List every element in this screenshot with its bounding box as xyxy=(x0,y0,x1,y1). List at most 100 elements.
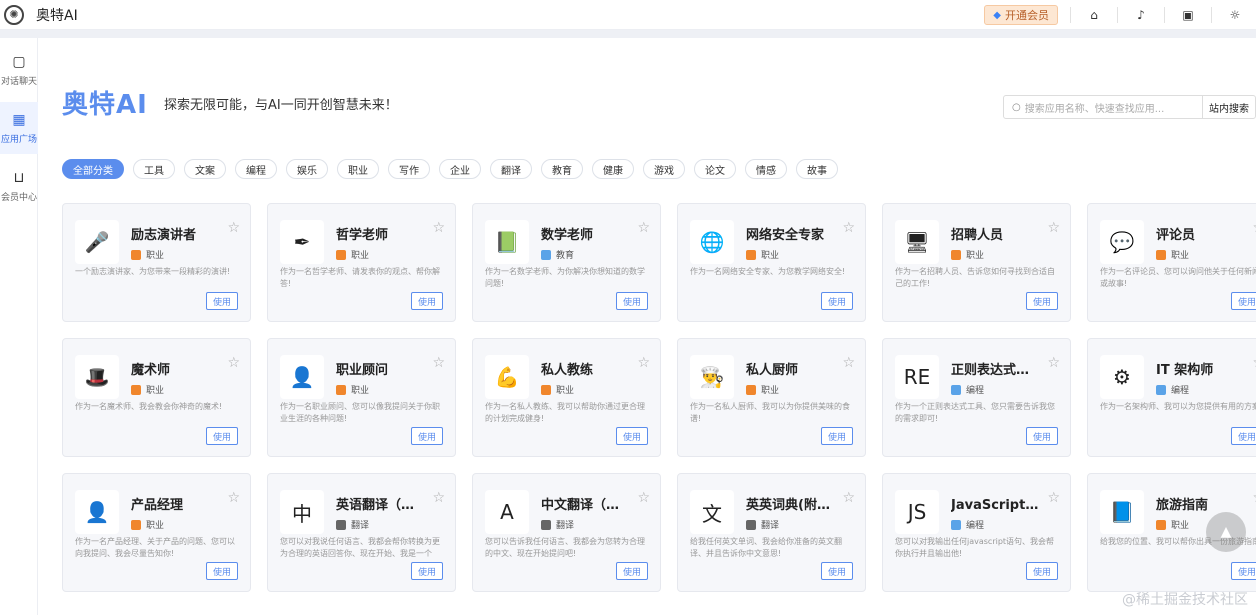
star-icon[interactable]: ☆ xyxy=(1047,490,1060,506)
star-icon[interactable]: ☆ xyxy=(432,355,445,371)
app-card[interactable]: ⚙ IT 架构师 ☆ 编程 作为一名架构师、我可以为您提供有用的方案! 使用 xyxy=(1087,338,1256,457)
sidebar-item-member-center[interactable]: ⊔ 会员中心 xyxy=(0,160,38,212)
star-icon[interactable]: ☆ xyxy=(1252,490,1256,506)
back-to-top-button[interactable]: ▲ xyxy=(1206,512,1246,552)
site-search-button[interactable]: 站内搜索 xyxy=(1202,96,1255,118)
app-icon: ✒ xyxy=(280,220,324,264)
category-tab[interactable]: 工具 xyxy=(133,159,175,179)
use-button[interactable]: 使用 xyxy=(616,562,648,580)
star-icon[interactable]: ☆ xyxy=(1252,220,1256,236)
star-icon[interactable]: ☆ xyxy=(842,355,855,371)
category-tab[interactable]: 健康 xyxy=(592,159,634,179)
use-button[interactable]: 使用 xyxy=(206,292,238,310)
app-card[interactable]: 👤 职业顾问 ☆ 职业 作为一名职业顾问、您可以像我提问关于你职业生涯的各种问题… xyxy=(267,338,456,457)
app-card[interactable]: 文 英英词典(附中... ☆ 翻译 给我任何英文单词、我会给你准备的英文翻译、并… xyxy=(677,473,866,592)
app-icon: 🎤 xyxy=(75,220,119,264)
star-icon[interactable]: ☆ xyxy=(1047,220,1060,236)
category-tab[interactable]: 全部分类 xyxy=(62,159,124,179)
app-card[interactable]: 👨‍🍳 私人厨师 ☆ 职业 作为一名私人厨师、我可以为你提供美味的食谱! 使用 xyxy=(677,338,866,457)
tag-icon xyxy=(746,384,756,395)
use-button[interactable]: 使用 xyxy=(821,427,853,445)
category-tab[interactable]: 编程 xyxy=(235,159,277,179)
star-icon[interactable]: ☆ xyxy=(1047,355,1060,371)
star-icon[interactable]: ☆ xyxy=(637,355,650,371)
theme-toggle-icon[interactable]: ☼ xyxy=(1224,5,1246,25)
app-description: 作为一名职业顾问、您可以像我提问关于你职业生涯的各种问题! xyxy=(280,402,440,423)
app-card[interactable]: 💬 评论员 ☆ 职业 作为一名评论员、您可以询问他关于任何新闻或故事! 使用 xyxy=(1087,203,1256,322)
star-icon[interactable]: ☆ xyxy=(842,490,855,506)
category-tab[interactable]: 职业 xyxy=(337,159,379,179)
tag-label: 翻译 xyxy=(761,521,780,531)
notification-icon[interactable]: ♪ xyxy=(1130,5,1152,25)
app-name: 正则表达式生... xyxy=(951,363,1041,378)
star-icon[interactable]: ☆ xyxy=(227,490,240,506)
use-button[interactable]: 使用 xyxy=(1231,562,1256,580)
gift-icon[interactable]: ▣ xyxy=(1177,5,1199,25)
star-icon[interactable]: ☆ xyxy=(227,355,240,371)
app-card[interactable]: 📗 数学老师 ☆ 教育 作为一名数学老师、为你解决你想知道的数学问题! 使用 xyxy=(472,203,661,322)
app-name: 私人厨师 xyxy=(746,363,799,378)
star-icon[interactable]: ☆ xyxy=(432,490,445,506)
tag-icon xyxy=(131,249,141,260)
category-tab[interactable]: 论文 xyxy=(694,159,736,179)
star-icon[interactable]: ☆ xyxy=(1252,355,1256,371)
use-button[interactable]: 使用 xyxy=(1026,292,1058,310)
use-button[interactable]: 使用 xyxy=(411,292,443,310)
category-tab[interactable]: 情感 xyxy=(745,159,787,179)
search-input[interactable]: 搜索应用名称、快速查找应用... xyxy=(1025,100,1202,115)
app-card[interactable]: 👤 产品经理 ☆ 职业 作为一名产品经理、关于产品的问题、您可以向我提问、我会尽… xyxy=(62,473,251,592)
use-button[interactable]: 使用 xyxy=(616,427,648,445)
use-button[interactable]: 使用 xyxy=(1231,427,1256,445)
use-button[interactable]: 使用 xyxy=(411,427,443,445)
app-card[interactable]: A 中文翻译（英... ☆ 翻译 您可以告诉我任何语言、我都会为您转为合理的中文… xyxy=(472,473,661,592)
use-button[interactable]: 使用 xyxy=(1026,427,1058,445)
shop-icon[interactable]: ⌂ xyxy=(1083,5,1105,25)
sidebar-item-chat[interactable]: ▢ 对话聊天 xyxy=(0,44,38,96)
app-card[interactable]: 🎩 魔术师 ☆ 职业 作为一名魔术师、我会教会你神奇的魔术! 使用 xyxy=(62,338,251,457)
use-button[interactable]: 使用 xyxy=(206,562,238,580)
app-icon: A xyxy=(485,490,529,534)
star-icon[interactable]: ☆ xyxy=(432,220,445,236)
use-button[interactable]: 使用 xyxy=(616,292,648,310)
app-icon: ⚙ xyxy=(1100,355,1144,399)
app-card[interactable]: 🌐 网络安全专家 ☆ 职业 作为一名网络安全专家、为您教学网络安全! 使用 xyxy=(677,203,866,322)
tag-icon xyxy=(131,519,141,530)
use-button[interactable]: 使用 xyxy=(821,562,853,580)
category-tab[interactable]: 娱乐 xyxy=(286,159,328,179)
category-tab[interactable]: 故事 xyxy=(796,159,838,179)
app-card[interactable]: 💪 私人教练 ☆ 职业 作为一名私人教练、我可以帮助你通过更合理的计划完成健身!… xyxy=(472,338,661,457)
app-tag: 职业 xyxy=(1156,248,1189,261)
tag-icon xyxy=(1156,384,1166,395)
category-tab[interactable]: 企业 xyxy=(439,159,481,179)
use-button[interactable]: 使用 xyxy=(1231,292,1256,310)
star-icon[interactable]: ☆ xyxy=(227,220,240,236)
app-card[interactable]: JS JavaScript 控... ☆ 编程 您可以对我输出任何javascr… xyxy=(882,473,1071,592)
app-logo-icon[interactable]: ✺ xyxy=(4,4,24,25)
app-name: 产品经理 xyxy=(131,498,184,513)
app-description: 您可以对我输出任何javascript语句、我会帮你执行并且输出他! xyxy=(895,537,1055,558)
app-card[interactable]: 中 英语翻译（中... ☆ 翻译 您可以对我说任何语言、我都会帮你转换为更为合理… xyxy=(267,473,456,592)
category-tab[interactable]: 文案 xyxy=(184,159,226,179)
app-description: 作为一名哲学老师、请发表你的观点、帮你解答! xyxy=(280,267,440,288)
category-tab[interactable]: 游戏 xyxy=(643,159,685,179)
sidebar-item-app-square[interactable]: ▦ 应用广场 xyxy=(0,102,38,154)
star-icon[interactable]: ☆ xyxy=(637,490,650,506)
use-button[interactable]: 使用 xyxy=(1026,562,1058,580)
app-card[interactable]: 🖥 招聘人员 ☆ 职业 作为一名招聘人员、告诉您如何寻找到合适自己的工作! 使用 xyxy=(882,203,1071,322)
category-tabs: 全部分类 工具 文案 编程 娱乐 职业 写作 企业 翻译 教育 健康 游戏 论文 情感 故事 xyxy=(62,159,838,179)
page-title: 奥特AI xyxy=(62,90,148,120)
app-card[interactable]: RE 正则表达式生... ☆ 编程 作为一个正则表达式工具、您只需要告诉我您的需… xyxy=(882,338,1071,457)
star-icon[interactable]: ☆ xyxy=(842,220,855,236)
use-button[interactable]: 使用 xyxy=(206,427,238,445)
category-tab[interactable]: 教育 xyxy=(541,159,583,179)
use-button[interactable]: 使用 xyxy=(411,562,443,580)
category-tab[interactable]: 写作 xyxy=(388,159,430,179)
tag-icon xyxy=(336,249,346,260)
star-icon[interactable]: ☆ xyxy=(637,220,650,236)
category-tab[interactable]: 翻译 xyxy=(490,159,532,179)
vip-button[interactable]: ◆ 开通会员 xyxy=(984,5,1058,25)
tag-icon xyxy=(951,249,961,260)
app-card[interactable]: 🎤 励志演讲者 ☆ 职业 一个励志演讲家、为您带来一段精彩的演讲! 使用 xyxy=(62,203,251,322)
use-button[interactable]: 使用 xyxy=(821,292,853,310)
app-card[interactable]: ✒ 哲学老师 ☆ 职业 作为一名哲学老师、请发表你的观点、帮你解答! 使用 xyxy=(267,203,456,322)
